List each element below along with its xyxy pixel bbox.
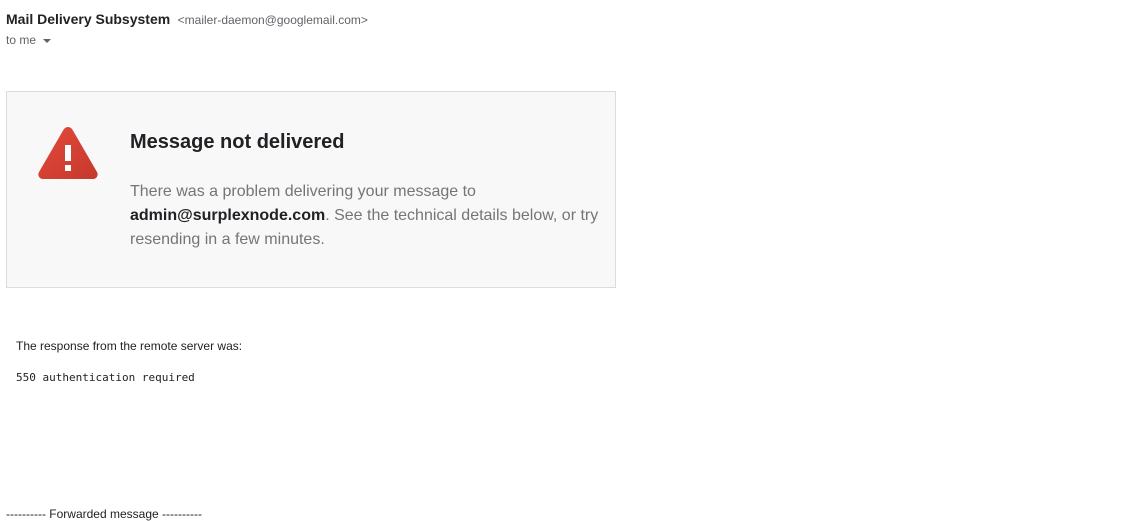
- chevron-down-icon[interactable]: [43, 38, 52, 43]
- delivery-failure-notice: Message not delivered There was a proble…: [6, 91, 616, 288]
- recipient-label: to me: [6, 33, 37, 47]
- sender-name[interactable]: Mail Delivery Subsystem: [6, 11, 170, 27]
- recipient-address: admin@surplexnode.com: [130, 207, 326, 224]
- sender-line: Mail Delivery Subsystem <mailer-daemon@g…: [6, 11, 368, 29]
- notice-title: Message not delivered: [130, 131, 345, 153]
- warning-icon: [38, 127, 98, 179]
- notice-message: There was a problem delivering your mess…: [130, 180, 600, 252]
- response-label: The response from the remote server was:: [16, 339, 243, 353]
- recipient-details-toggle[interactable]: to me: [6, 33, 52, 47]
- notice-message-prefix: There was a problem delivering your mess…: [130, 183, 476, 200]
- sender-email: <mailer-daemon@googlemail.com>: [177, 13, 368, 27]
- response-code: 550 authentication required: [16, 371, 195, 384]
